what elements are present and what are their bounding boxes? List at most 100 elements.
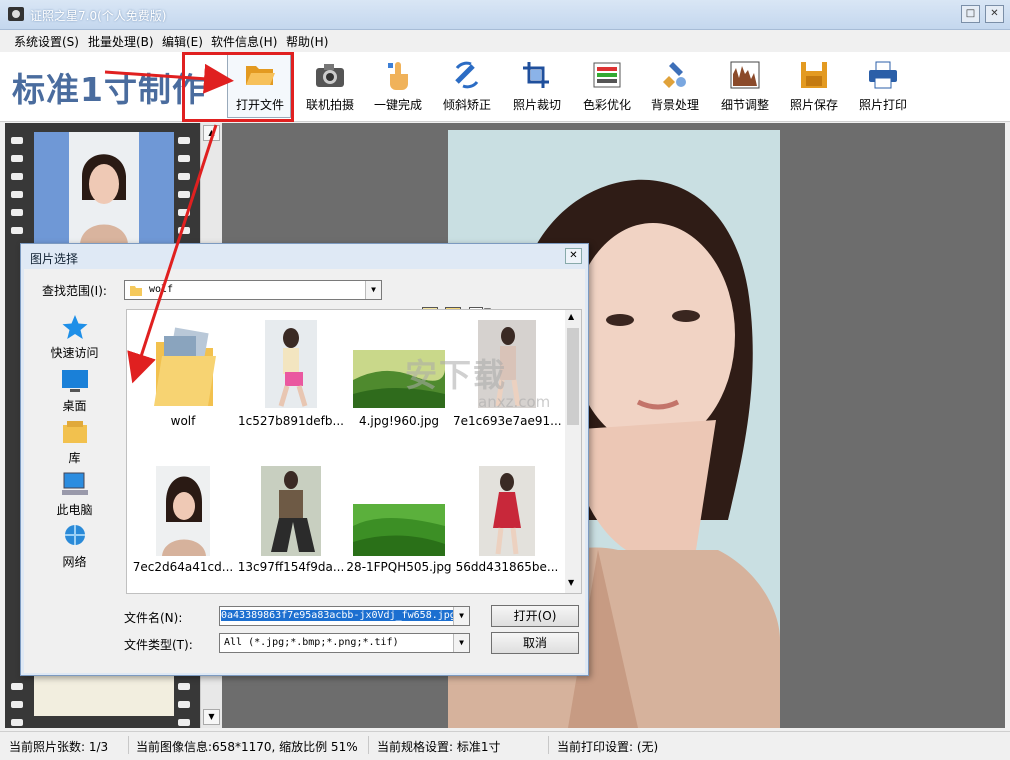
folder-icon <box>130 286 142 296</box>
filetype-label: 文件类型(T): <box>124 638 193 652</box>
file-item[interactable]: 13c97ff154f9da... <box>237 464 345 604</box>
close-button[interactable]: ✕ <box>985 5 1004 23</box>
place-label: 桌面 <box>62 399 87 413</box>
scroll-down-arrow-icon[interactable]: ▼ <box>568 578 574 587</box>
desktop-icon <box>61 370 88 392</box>
menu-batch[interactable]: 批量处理(B) <box>88 33 154 50</box>
image-select-dialog: 图片选择 ✕ 查找范围(I): wolf ▼ ⬅ ▼ 快速访问 桌面 库 <box>20 243 589 676</box>
status-image-info: 当前图像信息:658*1170, 缩放比例 51% <box>136 740 358 754</box>
capture-button[interactable]: 联机拍摄 <box>300 60 360 114</box>
file-name: 1c527b891defb... <box>238 414 344 428</box>
save-photo-label: 照片保存 <box>789 98 838 112</box>
rotate-icon <box>455 61 479 89</box>
look-in-label: 查找范围(I): <box>42 284 107 298</box>
file-item[interactable]: 56dd431865be... <box>453 464 561 604</box>
file-item-folder[interactable]: wolf <box>129 318 237 458</box>
color-optimize-label: 色彩优化 <box>582 98 631 112</box>
save-photo-button[interactable]: 照片保存 <box>784 60 844 114</box>
status-print: 当前打印设置: (无) <box>557 740 659 754</box>
scroll-up-arrow-icon[interactable]: ▲ <box>568 312 574 321</box>
look-in-combo[interactable]: wolf ▼ <box>124 280 382 300</box>
file-name: 13c97ff154f9da... <box>237 560 345 574</box>
scroll-down-arrow-icon[interactable]: ▼ <box>203 709 220 725</box>
combo-dropdown-icon[interactable]: ▼ <box>365 281 381 299</box>
star-icon <box>62 315 87 339</box>
dialog-body: 查找范围(I): wolf ▼ ⬅ ▼ 快速访问 桌面 库 <box>24 269 585 673</box>
print-photo-button[interactable]: 照片打印 <box>853 60 913 114</box>
scroll-thumb[interactable] <box>567 328 579 425</box>
place-quick-access[interactable]: 快速访问 <box>27 314 122 361</box>
background-label: 背景处理 <box>650 98 699 112</box>
capture-label: 联机拍摄 <box>305 98 354 112</box>
color-bars-icon <box>593 62 621 88</box>
tilt-correct-label: 倾斜矫正 <box>442 98 491 112</box>
file-item[interactable]: 1c527b891defb... <box>237 318 345 458</box>
crop-label: 照片裁切 <box>512 98 561 112</box>
image-thumbnail <box>261 466 321 556</box>
scroll-up-arrow-icon[interactable]: ▲ <box>203 125 220 141</box>
filetype-select[interactable]: All (*.jpg;*.bmp;*.png;*.tif) ▼ <box>219 633 470 653</box>
logo-title: 标准1寸制作 <box>12 70 206 109</box>
film-thumbnail-1[interactable] <box>34 132 174 244</box>
camera-app-icon <box>8 7 24 21</box>
place-network[interactable]: 网络 <box>27 523 122 570</box>
network-icon <box>64 525 85 545</box>
menu-edit[interactable]: 编辑(E) <box>162 33 203 50</box>
combo-dropdown-icon[interactable]: ▼ <box>453 607 469 625</box>
watermark-url: anxz.com <box>478 393 551 411</box>
crop-button[interactable]: 照片裁切 <box>507 60 567 114</box>
place-label: 网络 <box>62 555 87 569</box>
file-name: wolf <box>170 414 196 428</box>
menu-software-info[interactable]: 软件信息(H) <box>211 33 277 50</box>
open-button[interactable]: 打开(O) <box>491 605 579 627</box>
place-library[interactable]: 库 <box>27 419 122 466</box>
film-thumbnail-2[interactable] <box>34 676 174 716</box>
maximize-button[interactable]: □ <box>961 5 980 23</box>
filename-value: 0a43389863f7e95a83acbb-jx0Vdj_fw658.jpg <box>221 610 456 621</box>
title-bar: 证照之星7.0(个人免费版) □ ✕ <box>0 0 1010 30</box>
printer-icon <box>869 61 897 89</box>
detail-adjust-button[interactable]: 细节调整 <box>715 60 775 114</box>
menu-system-settings[interactable]: 系统设置(S) <box>14 33 79 50</box>
file-name: 7e1c693e7ae91... <box>453 414 561 428</box>
filename-input[interactable]: 0a43389863f7e95a83acbb-jx0Vdj_fw658.jpg … <box>219 606 470 626</box>
window-title: 证照之星7.0(个人免费版) <box>30 9 167 23</box>
cancel-button[interactable]: 取消 <box>491 632 579 654</box>
crop-icon <box>523 62 549 88</box>
place-label: 库 <box>68 451 81 465</box>
file-list-view: wolf 1c527b891defb... 4.jpg!960.jpg 7e1c… <box>126 309 582 594</box>
file-name: 4.jpg!960.jpg <box>358 414 440 428</box>
one-click-label: 一键完成 <box>373 98 422 112</box>
filename-label: 文件名(N): <box>124 611 183 625</box>
dialog-title: 图片选择 <box>30 252 79 266</box>
color-optimize-button[interactable]: 色彩优化 <box>577 60 637 114</box>
file-name: 28-1FPQH505.jpg <box>346 560 452 574</box>
place-this-pc[interactable]: 此电脑 <box>27 471 122 518</box>
print-photo-label: 照片打印 <box>858 98 907 112</box>
background-button[interactable]: 背景处理 <box>645 60 705 114</box>
filetype-value: All (*.jpg;*.bmp;*.png;*.tif) <box>224 637 399 648</box>
one-click-button[interactable]: 一键完成 <box>368 60 428 114</box>
menu-help[interactable]: 帮助(H) <box>286 33 328 50</box>
place-label: 快速访问 <box>50 346 99 360</box>
combo-dropdown-icon[interactable]: ▼ <box>453 634 469 652</box>
brush-icon <box>663 62 686 88</box>
file-list-scrollbar[interactable]: ▲ ▼ <box>565 310 581 593</box>
portrait-thumbnail-image <box>69 132 139 244</box>
computer-icon <box>61 472 88 495</box>
status-spec: 当前规格设置: 标准1寸 <box>377 740 501 754</box>
image-thumbnail <box>156 466 210 556</box>
image-thumbnail <box>479 466 535 556</box>
detail-adjust-label: 细节调整 <box>720 98 769 112</box>
file-item[interactable]: 28-1FPQH505.jpg <box>345 464 453 604</box>
watermark-text: 安下载 <box>405 356 508 394</box>
camera-icon <box>316 64 344 87</box>
file-item[interactable]: 7ec2d64a41cd... <box>129 464 237 604</box>
dialog-close-button[interactable]: ✕ <box>565 248 582 264</box>
tilt-correct-button[interactable]: 倾斜矫正 <box>437 60 497 114</box>
file-name: 56dd431865be... <box>455 560 559 574</box>
place-desktop[interactable]: 桌面 <box>27 367 122 414</box>
floppy-icon <box>801 62 827 88</box>
file-name: 7ec2d64a41cd... <box>132 560 234 574</box>
image-thumbnail <box>265 320 317 408</box>
